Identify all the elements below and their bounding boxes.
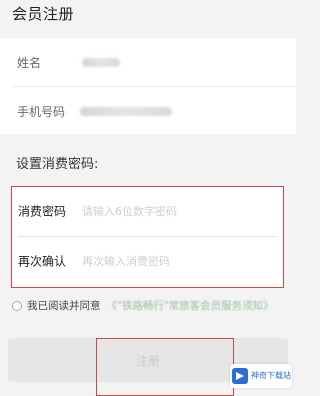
- agreement-link[interactable]: 《"铁路畅行"常旅客会员服务须知》: [107, 298, 274, 313]
- password-card: 消费密码 再次确认: [11, 186, 284, 288]
- agreement-text: 我已阅读并同意: [27, 300, 101, 312]
- phone-label: 手机号码: [17, 104, 66, 119]
- phone-value-blurred: [80, 107, 172, 116]
- watermark: 神奇下载站: [230, 364, 292, 388]
- name-value-blurred: [82, 58, 120, 67]
- submit-highlight-box: [96, 338, 234, 396]
- name-row[interactable]: 姓名: [0, 38, 296, 86]
- confirm-password-input[interactable]: [82, 252, 277, 270]
- confirm-label: 再次确认: [18, 254, 67, 269]
- agreement-checkbox[interactable]: [12, 300, 22, 311]
- confirm-row: 再次确认: [12, 237, 283, 285]
- password-row: 消费密码: [12, 187, 283, 235]
- name-label: 姓名: [17, 55, 42, 70]
- download-logo-icon: [232, 368, 248, 384]
- watermark-text: 神奇下载站: [251, 371, 291, 380]
- agreement-row: 我已阅读并同意 《"铁路畅行"常旅客会员服务须知》: [12, 298, 274, 313]
- phone-row[interactable]: 手机号码: [0, 87, 296, 135]
- password-section-title: 设置消费密码:: [16, 157, 99, 172]
- password-input[interactable]: [82, 202, 277, 220]
- password-label: 消费密码: [18, 204, 67, 219]
- basic-info-card: 姓名 手机号码: [0, 38, 296, 134]
- page-title: 会员注册: [12, 5, 75, 23]
